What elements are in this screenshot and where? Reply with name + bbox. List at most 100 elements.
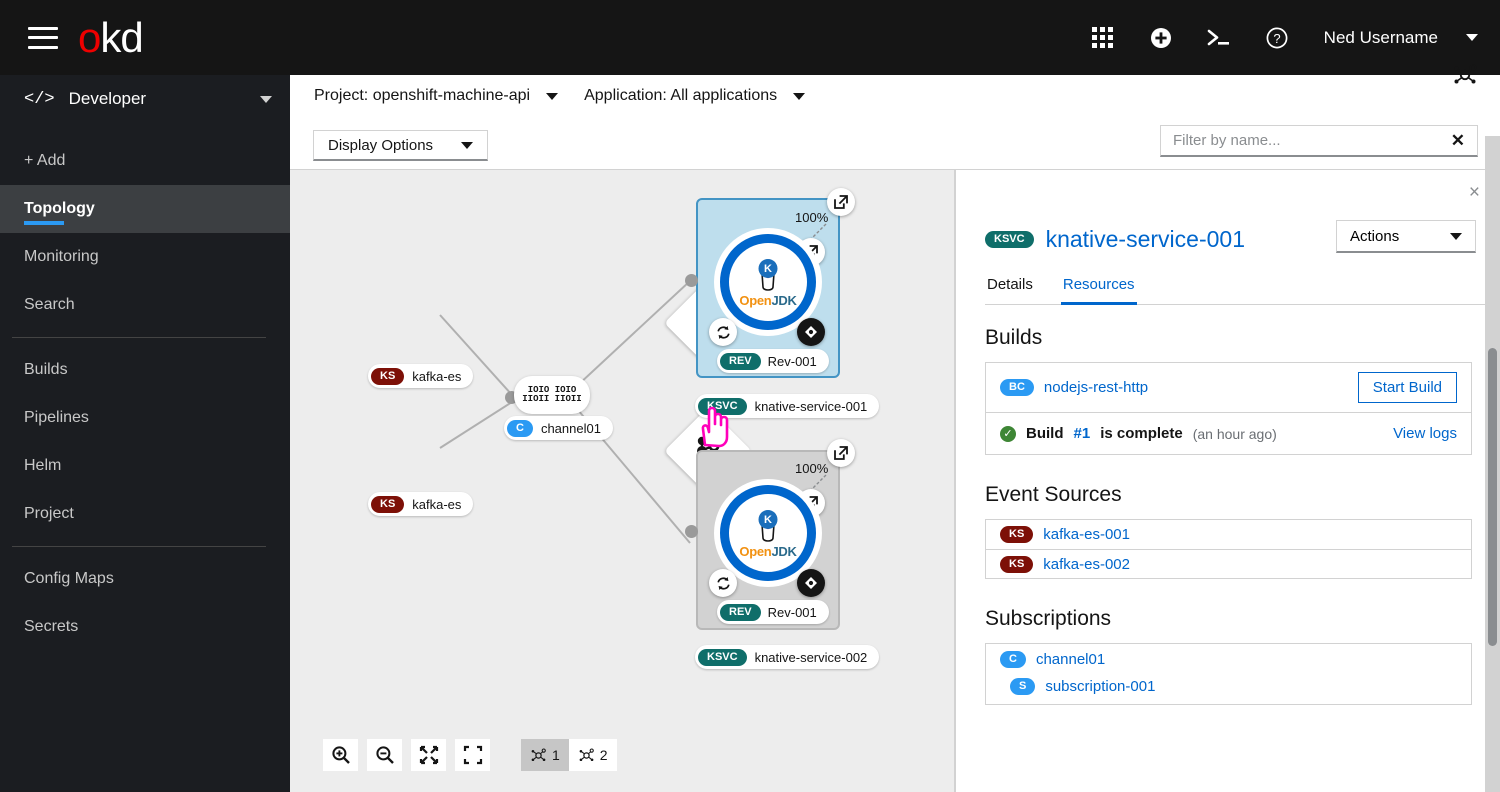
- builds-card: BC nodejs-rest-http Start Build ✓ Build …: [985, 362, 1472, 455]
- knative-service-001-node[interactable]: K OpenJDK: [720, 234, 816, 330]
- event-source-link[interactable]: kafka-es-002: [1043, 556, 1130, 573]
- event-source-node-2-label[interactable]: KS kafka-es: [368, 492, 474, 516]
- channel-node-label[interactable]: C channel01: [504, 416, 613, 440]
- graph-controls: 1 2: [323, 739, 617, 771]
- sidebar-item-helm[interactable]: Helm: [0, 442, 290, 490]
- refresh-icon[interactable]: [709, 569, 737, 597]
- tab-details[interactable]: Details: [985, 270, 1035, 304]
- service-2-connector-dot: [685, 525, 698, 538]
- openjdk-wordmark: OpenJDK: [739, 543, 797, 559]
- fit-to-screen-icon[interactable]: [411, 739, 446, 771]
- scrollbar-track[interactable]: [1485, 136, 1500, 792]
- reset-view-icon[interactable]: [455, 739, 490, 771]
- chevron-down-icon: [461, 141, 474, 149]
- topology-icon[interactable]: [1452, 62, 1478, 93]
- side-panel-tabs: Details Resources: [985, 270, 1500, 305]
- start-build-button[interactable]: Start Build: [1357, 372, 1457, 403]
- perspective-chevron-down-icon[interactable]: [260, 95, 272, 103]
- sidebar-item-search[interactable]: Search: [0, 281, 290, 329]
- page-title[interactable]: knative-service-001: [1046, 226, 1245, 253]
- knative-service-002-label[interactable]: KSVC knative-service-002: [695, 645, 880, 669]
- build-decorator-icon[interactable]: [797, 318, 825, 346]
- binary-icon: IOIO IOIO IIOII IIOII: [522, 384, 582, 404]
- revision-001-label[interactable]: REV Rev-001: [717, 349, 829, 373]
- layout-toggle-label: 2: [599, 747, 608, 763]
- channel-link[interactable]: channel01: [1036, 651, 1105, 668]
- open-url-icon[interactable]: [827, 439, 855, 467]
- sidebar-item-monitoring[interactable]: Monitoring: [0, 233, 290, 281]
- tab-resources[interactable]: Resources: [1060, 270, 1137, 305]
- subscription-channel-row[interactable]: C channel01: [986, 644, 1471, 674]
- sidebar-item-label: Topology: [24, 200, 95, 217]
- view-logs-link[interactable]: View logs: [1393, 425, 1457, 442]
- refresh-icon[interactable]: [709, 318, 737, 346]
- display-options-dropdown[interactable]: Display Options: [313, 130, 489, 161]
- topology-graph[interactable]: KS kafka-es KS kafka-es IOIO IOIO IIOII …: [290, 170, 955, 792]
- chevron-down-icon: [1450, 232, 1462, 240]
- sidebar-item-topology[interactable]: Topology: [0, 185, 290, 233]
- sidebar-item-project[interactable]: Project: [0, 490, 290, 538]
- perspective-switcher[interactable]: </> Developer: [0, 75, 290, 123]
- subscription-row[interactable]: S subscription-001: [986, 674, 1471, 704]
- build-timestamp: (an hour ago): [1192, 425, 1277, 442]
- channel-node[interactable]: IOIO IOIO IIOII IIOII: [514, 376, 590, 414]
- subscription-link[interactable]: subscription-001: [1045, 678, 1155, 695]
- layout-toggle-1[interactable]: 1: [521, 739, 569, 771]
- actions-dropdown[interactable]: Actions: [1336, 220, 1476, 253]
- grid-icon[interactable]: [1074, 14, 1132, 62]
- tab-label: Resources: [1062, 276, 1135, 293]
- badge-ks: KS: [1000, 555, 1034, 573]
- logo-kd: kd: [100, 13, 143, 61]
- plus-circle-icon[interactable]: [1132, 14, 1190, 62]
- badge-ks: KS: [1000, 526, 1034, 543]
- zoom-in-icon[interactable]: [323, 739, 358, 771]
- filter-by-name-field[interactable]: ✕: [1160, 125, 1478, 157]
- svg-text:?: ?: [1273, 31, 1280, 46]
- close-icon[interactable]: ×: [1469, 182, 1480, 204]
- sidebar-item-secrets[interactable]: Secrets: [0, 603, 290, 651]
- project-filter-dropdown[interactable]: Project: openshift-machine-api: [314, 87, 559, 105]
- scrollbar-thumb[interactable]: [1488, 348, 1497, 646]
- knative-service-001-label[interactable]: KSVC knative-service-001: [695, 394, 880, 418]
- revision-name: Rev-001: [767, 353, 817, 369]
- actions-label: Actions: [1350, 227, 1400, 245]
- badge-s: S: [1010, 677, 1036, 695]
- build-config-link[interactable]: nodejs-rest-http: [1044, 379, 1148, 396]
- revision-name: Rev-001: [767, 604, 817, 620]
- sidebar-item-label: Search: [24, 296, 75, 313]
- list-item[interactable]: KS kafka-es-001: [986, 520, 1471, 549]
- sidebar-item-label: Config Maps: [24, 570, 114, 587]
- event-source-node-1-label[interactable]: KS kafka-es: [368, 364, 474, 388]
- sidebar-item-config-maps[interactable]: Config Maps: [0, 555, 290, 603]
- sidebar-item-pipelines[interactable]: Pipelines: [0, 394, 290, 442]
- openjdk-wordmark: OpenJDK: [739, 292, 797, 308]
- terminal-icon[interactable]: [1190, 14, 1248, 62]
- build-decorator-icon[interactable]: [797, 569, 825, 597]
- subscriptions-card: C channel01 S subscription-001: [985, 643, 1472, 705]
- badge-rev: REV: [720, 603, 761, 621]
- zoom-out-icon[interactable]: [367, 739, 402, 771]
- hamburger-menu-icon[interactable]: [28, 26, 58, 49]
- event-source-link[interactable]: kafka-es-001: [1043, 526, 1130, 543]
- knative-service-002-node[interactable]: K OpenJDK: [720, 485, 816, 581]
- build-number-link[interactable]: #1: [1074, 425, 1091, 442]
- okd-logo[interactable]: o kd: [78, 13, 144, 62]
- application-filter-dropdown[interactable]: Application: All applications: [584, 87, 806, 105]
- close-icon[interactable]: ✕: [1451, 131, 1465, 151]
- user-menu[interactable]: Ned Username: [1324, 28, 1438, 48]
- user-menu-chevron-down-icon[interactable]: [1466, 34, 1478, 41]
- graph-edges: [439, 280, 691, 544]
- project-filter-label: Project: openshift-machine-api: [314, 87, 531, 104]
- success-check-icon: ✓: [1000, 425, 1016, 442]
- sidebar-item-builds[interactable]: Builds: [0, 346, 290, 394]
- search-input[interactable]: [1173, 132, 1451, 149]
- help-icon[interactable]: ?: [1248, 14, 1306, 62]
- sidebar-item-add[interactable]: + Add: [0, 137, 290, 185]
- side-panel-body: Builds BC nodejs-rest-http Start Build ✓…: [985, 312, 1472, 792]
- open-url-icon[interactable]: [827, 188, 855, 216]
- list-item[interactable]: KS kafka-es-002: [986, 549, 1471, 578]
- sidebar-item-label: Builds: [24, 361, 68, 378]
- layout-toggle-2[interactable]: 2: [568, 739, 617, 771]
- revision-002-label[interactable]: REV Rev-001: [717, 600, 829, 624]
- masthead-actions: ? Ned Username: [1074, 14, 1500, 62]
